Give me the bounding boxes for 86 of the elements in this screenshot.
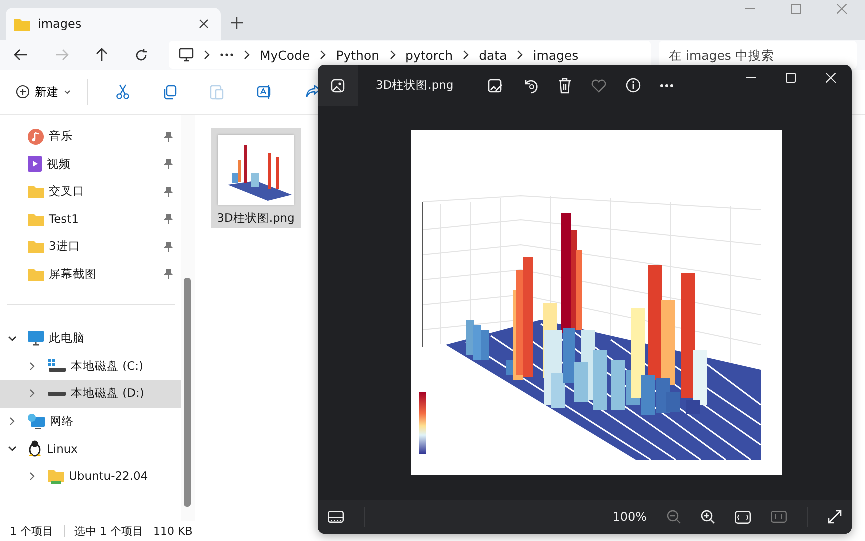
share-icon[interactable] bbox=[306, 85, 321, 99]
scissors-icon[interactable] bbox=[116, 84, 130, 100]
breadcrumb-link[interactable]: MyCode bbox=[260, 48, 310, 62]
tree-item[interactable]: 网络 bbox=[0, 408, 181, 435]
folder-icon bbox=[28, 240, 44, 254]
monitor-icon bbox=[28, 331, 44, 346]
up-arrow-icon[interactable] bbox=[96, 48, 108, 62]
network-icon bbox=[28, 414, 45, 429]
folder-icon bbox=[48, 468, 64, 484]
back-arrow-icon[interactable] bbox=[14, 49, 28, 61]
tree-item[interactable]: Ubuntu-22.04 bbox=[0, 462, 181, 490]
chevron-down-icon[interactable] bbox=[8, 336, 17, 342]
quick-access-item[interactable]: 视频 bbox=[0, 150, 181, 178]
fit-to-window-icon[interactable] bbox=[735, 510, 751, 524]
quick-access-item[interactable]: 屏幕截图 bbox=[0, 260, 181, 288]
pin-icon[interactable] bbox=[164, 132, 173, 142]
scrollbar[interactable] bbox=[181, 115, 195, 521]
close-icon[interactable] bbox=[199, 19, 209, 29]
plus-icon bbox=[16, 85, 30, 99]
pin-icon[interactable] bbox=[164, 214, 173, 224]
actual-size-icon[interactable] bbox=[771, 511, 787, 523]
trash-icon[interactable] bbox=[558, 78, 572, 94]
breadcrumb-link[interactable]: pytorch bbox=[406, 48, 454, 62]
edit-image-icon[interactable] bbox=[488, 78, 504, 94]
new-tab-icon[interactable] bbox=[231, 17, 243, 29]
rename-icon[interactable] bbox=[257, 84, 273, 100]
quick-access-item[interactable]: Test1 bbox=[0, 206, 181, 233]
zoom-level: 100% bbox=[612, 510, 647, 524]
folder-icon bbox=[28, 212, 44, 226]
pin-icon[interactable] bbox=[164, 186, 173, 197]
more-icon[interactable] bbox=[220, 53, 234, 57]
chevron-right-icon bbox=[244, 50, 250, 60]
drive-icon bbox=[48, 392, 66, 396]
info-icon[interactable] bbox=[626, 78, 641, 93]
zoom-in-icon[interactable] bbox=[701, 510, 715, 524]
video-icon bbox=[28, 156, 42, 172]
pin-icon[interactable] bbox=[164, 159, 173, 170]
tree-item[interactable]: 此电脑 bbox=[0, 325, 181, 352]
drive-icon bbox=[48, 359, 66, 374]
chevron-right-icon bbox=[390, 50, 396, 60]
breadcrumb-link[interactable]: Python bbox=[336, 48, 380, 62]
breadcrumb-link[interactable]: data bbox=[479, 48, 508, 62]
refresh-icon[interactable] bbox=[135, 48, 148, 62]
chevron-right-icon[interactable] bbox=[8, 416, 17, 426]
zoom-out-icon[interactable] bbox=[667, 510, 681, 524]
tree-item[interactable]: 本地磁盘 (C:) bbox=[0, 352, 181, 380]
folder-icon bbox=[28, 185, 44, 198]
music-note-icon bbox=[28, 128, 44, 145]
gallery-button[interactable] bbox=[318, 65, 358, 106]
copy-icon[interactable] bbox=[163, 84, 177, 100]
new-button[interactable]: 新建 bbox=[14, 80, 73, 104]
file-item[interactable]: 3D柱状图.png bbox=[211, 128, 301, 228]
chevron-right-icon[interactable] bbox=[28, 362, 37, 371]
folder-tab[interactable]: images bbox=[6, 8, 221, 40]
chevron-right-icon bbox=[320, 50, 326, 60]
chevron-right-icon[interactable] bbox=[28, 389, 37, 398]
tree-item[interactable]: 本地磁盘 (D:) bbox=[0, 380, 181, 408]
quick-access-item[interactable]: 音乐 bbox=[0, 123, 181, 150]
image-icon bbox=[331, 78, 345, 92]
pin-icon[interactable] bbox=[164, 242, 173, 252]
item-count: 1 个项目 bbox=[10, 524, 54, 538]
expand-icon[interactable] bbox=[828, 510, 842, 524]
chevron-right-icon bbox=[517, 50, 524, 60]
chevron-right-icon bbox=[463, 50, 470, 60]
filmstrip-icon[interactable] bbox=[328, 511, 344, 523]
caret-icon bbox=[64, 90, 71, 94]
chevron-right-icon[interactable] bbox=[28, 472, 37, 481]
breadcrumb-link[interactable]: images bbox=[533, 48, 579, 62]
scrollbar-thumb[interactable] bbox=[184, 278, 191, 507]
selection-count: 选中 1 个项目 bbox=[74, 524, 144, 538]
tree-item[interactable]: Linux bbox=[0, 435, 181, 462]
address-bar[interactable]: MyCode Python pytorch data images bbox=[169, 41, 651, 69]
folder-icon bbox=[28, 268, 44, 281]
chevron-right-icon bbox=[204, 50, 210, 60]
file-size: 110 KB bbox=[154, 524, 193, 538]
heart-icon[interactable] bbox=[591, 78, 607, 92]
quick-access-item[interactable]: 3进口 bbox=[0, 233, 181, 260]
folder-icon bbox=[14, 18, 30, 30]
more-icon[interactable] bbox=[660, 84, 674, 88]
chevron-down-icon[interactable] bbox=[8, 446, 17, 452]
quick-access-item[interactable]: 交叉口 bbox=[0, 178, 181, 206]
monitor-icon bbox=[179, 48, 194, 62]
file-title: 3D柱状图.png bbox=[376, 78, 455, 93]
rotate-icon[interactable] bbox=[523, 78, 539, 94]
pin-icon[interactable] bbox=[164, 269, 173, 280]
penguin-icon bbox=[28, 440, 42, 458]
